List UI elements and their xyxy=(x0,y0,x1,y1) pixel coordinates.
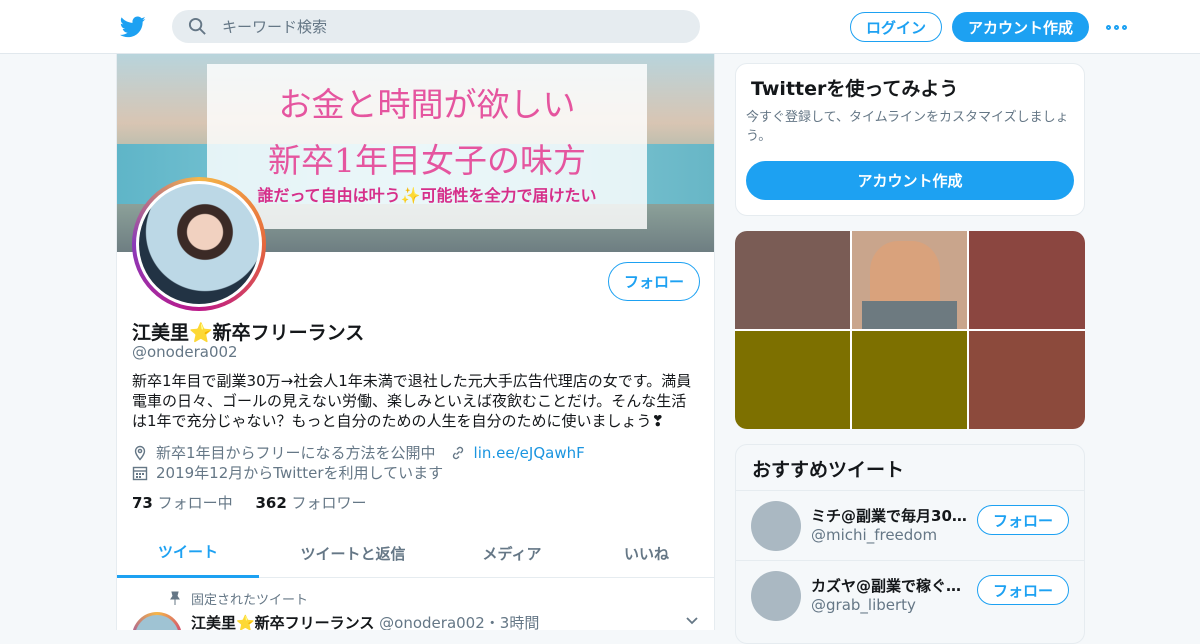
signup-card: Twitterを使ってみよう 今すぐ登録して、タイムラインをカスタマイズしましょ… xyxy=(735,63,1085,216)
tab-tweets[interactable]: ツイート xyxy=(117,528,259,578)
chevron-down-icon[interactable] xyxy=(685,614,699,628)
avatar[interactable] xyxy=(751,571,801,621)
tab-tweets-replies[interactable]: ツイートと返信 xyxy=(259,528,447,578)
banner-text-panel: お金と時間が欲しい 新卒1年目女子の味方 誰だって自由は叶う✨可能性を全力で届け… xyxy=(207,64,647,229)
profile-tabs: ツイート ツイートと返信 メディア いいね xyxy=(117,528,714,578)
rec-handle: @grab_liberty xyxy=(811,596,916,614)
search-icon xyxy=(188,17,206,35)
recommended-title: おすすめツイート xyxy=(752,459,905,481)
media-tile[interactable] xyxy=(735,331,850,429)
search-box[interactable] xyxy=(172,10,700,43)
more-options-icon[interactable] xyxy=(1106,18,1130,36)
tweet-avatar[interactable] xyxy=(132,612,182,630)
tweet-handle-time: @onodera002・3時間 xyxy=(379,614,540,630)
avatar[interactable] xyxy=(751,501,801,551)
banner-line-3: 誰だって自由は叶う✨可能性を全力で届けたい xyxy=(257,186,597,205)
tweet-author-name[interactable]: 江美里⭐新卒フリーランス xyxy=(191,614,374,630)
media-tile[interactable] xyxy=(852,231,967,329)
profile-joined-row: 2019年12月からTwitterを利用しています xyxy=(132,462,443,483)
media-grid xyxy=(735,231,1085,429)
pinned-label: 固定されたツイート xyxy=(191,593,309,608)
media-tile[interactable] xyxy=(969,331,1085,429)
banner-line-2: 新卒1年目女子の味方 xyxy=(268,141,586,180)
profile-link[interactable]: lin.ee/eJQawhF xyxy=(474,444,585,462)
media-tile[interactable] xyxy=(969,231,1085,329)
twitter-bird-icon[interactable] xyxy=(120,14,146,40)
following-stat[interactable]: 73 フォロー中 xyxy=(132,494,233,512)
pin-icon xyxy=(170,591,180,605)
signup-card-title: Twitterを使ってみよう xyxy=(751,78,959,100)
search-input[interactable] xyxy=(222,10,682,43)
location-icon xyxy=(134,445,146,461)
profile-handle: @onodera002 xyxy=(132,343,238,361)
profile-meta-row: 新卒1年目からフリーになる方法を公開中 lin.ee/eJQawhF xyxy=(132,442,585,463)
follow-button[interactable]: フォロー xyxy=(608,262,700,301)
login-button[interactable]: ログイン xyxy=(850,12,942,42)
followers-stat[interactable]: 362 フォロワー xyxy=(255,494,366,512)
tab-media[interactable]: メディア xyxy=(447,528,577,578)
recommended-tweets: おすすめツイート ミチ@副業で毎月30万稼ぐ @michi_freedom フォ… xyxy=(735,444,1085,644)
rec-handle: @michi_freedom xyxy=(811,526,938,544)
media-tile[interactable] xyxy=(852,331,967,429)
rec-name[interactable]: カズヤ@副業で稼ぐ方法 xyxy=(811,575,971,596)
profile-stats: 73 フォロー中 362 フォロワー xyxy=(132,492,367,513)
profile-avatar[interactable] xyxy=(132,177,266,311)
tweet-header: 江美里⭐新卒フリーランス @onodera002・3時間 xyxy=(191,612,539,630)
tab-likes[interactable]: いいね xyxy=(577,528,714,578)
follow-button[interactable]: フォロー xyxy=(977,575,1069,605)
signup-card-button[interactable]: アカウント作成 xyxy=(746,161,1074,200)
profile-name: 江美里⭐新卒フリーランス xyxy=(132,322,365,344)
top-bar: ログイン アカウント作成 xyxy=(0,0,1200,54)
media-tile[interactable] xyxy=(735,231,850,329)
list-item[interactable]: カズヤ@副業で稼ぐ方法 @grab_liberty フォロー xyxy=(736,560,1084,630)
profile-column: お金と時間が欲しい 新卒1年目女子の味方 誰だって自由は叶う✨可能性を全力で届け… xyxy=(116,54,715,630)
profile-bio: 新卒1年目で副業30万→社会人1年未満で退社した元大手広告代理店の女です。満員電… xyxy=(132,372,692,430)
link-icon xyxy=(452,446,463,459)
calendar-icon xyxy=(132,466,148,480)
follow-button[interactable]: フォロー xyxy=(977,505,1069,535)
profile-location: 新卒1年目からフリーになる方法を公開中 xyxy=(156,444,436,462)
signup-button[interactable]: アカウント作成 xyxy=(952,12,1089,42)
signup-card-text: 今すぐ登録して、タイムラインをカスタマイズしましょう。 xyxy=(746,110,1069,144)
banner-line-1: お金と時間が欲しい xyxy=(278,85,576,124)
list-item[interactable]: ミチ@副業で毎月30万稼ぐ @michi_freedom フォロー xyxy=(736,490,1084,560)
profile-joined: 2019年12月からTwitterを利用しています xyxy=(156,464,444,482)
rec-name[interactable]: ミチ@副業で毎月30万稼ぐ xyxy=(811,505,971,526)
